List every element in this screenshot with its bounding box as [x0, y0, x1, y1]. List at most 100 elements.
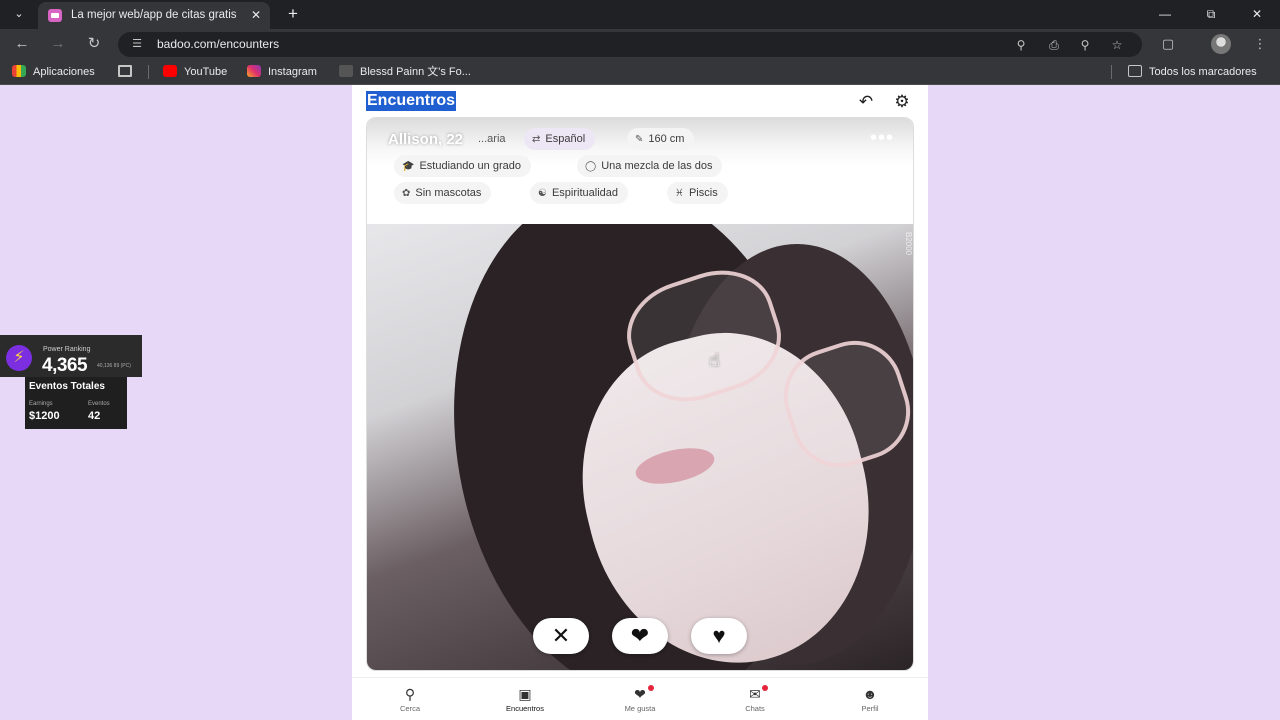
events-widget: Eventos Totales Earnings $1200 Eventos 4…	[25, 377, 127, 429]
like-heart-icon[interactable]: ♥	[691, 618, 747, 654]
profile-name: Allison, 22	[388, 131, 464, 148]
person-icon: ☻	[862, 686, 878, 702]
chip-height: ✎ 160 cm	[627, 128, 695, 150]
power-ranking-value: 4,365	[42, 355, 88, 376]
bookmark-star-icon[interactable]: ☆	[1108, 36, 1126, 54]
hearts-icon: ❤	[582, 685, 698, 702]
install-app-icon[interactable]: ⎙	[1045, 36, 1063, 54]
nav-label: Cerca	[399, 704, 420, 713]
bookmark-label: Aplicaciones	[33, 66, 95, 78]
hand-cursor-icon: ☝	[709, 350, 720, 370]
bookmark-label: Blessd Painn 文's Fo...	[360, 66, 471, 78]
notification-dot	[648, 685, 654, 691]
tab-strip: ⌄ La mejor web/app de citas gratis ✕ + —…	[0, 0, 1280, 29]
superlike-heart-icon[interactable]: ❤	[612, 618, 668, 654]
tab-close-icon[interactable]: ✕	[248, 7, 264, 23]
location-icon[interactable]: ⚲	[1012, 36, 1030, 54]
more-options-icon[interactable]: •••	[867, 128, 897, 150]
tab-title: La mejor web/app de citas gratis	[71, 9, 237, 21]
nav-me-gusta[interactable]: ❤ Me gusta	[582, 678, 698, 720]
youtube-icon	[163, 65, 177, 77]
url-text[interactable]: badoo.com/encounters	[157, 37, 279, 51]
tab-search-chevron-icon[interactable]: ⌄	[8, 5, 30, 23]
bookmark-instagram[interactable]: Instagram	[247, 64, 317, 80]
blessd-thumbnail-icon	[339, 65, 353, 77]
chip-partial: ...aria	[470, 128, 516, 150]
chip-zodiac: ♓ Piscis	[667, 182, 728, 204]
site-info-icon[interactable]: ☰	[130, 37, 144, 51]
nav-label: Encuentros	[506, 704, 544, 713]
extensions-icon[interactable]: ▢	[1158, 34, 1178, 54]
restore-window-icon[interactable]: ⧉	[1199, 4, 1223, 24]
notification-dot	[762, 685, 768, 691]
bookmark-label: YouTube	[184, 66, 228, 78]
address-bar[interactable]: ☰ badoo.com/encounters ⚲ ⎙ ⚲ ☆	[118, 32, 1142, 57]
chip-personality: ◯ Una mezcla de las dos	[577, 155, 723, 177]
spirituality-icon: ☯	[538, 188, 547, 199]
chat-bubble-icon: ◯	[585, 161, 597, 172]
power-ranking-widget: ⚡ Power Ranking 4,365 40,136 89 (PC)	[0, 335, 142, 377]
chip-label: 160 cm	[648, 133, 685, 145]
encounters-app: Encuentros ↶ ⚙ Allison, 22 ...aria ••• ⇄…	[352, 85, 928, 720]
chip-label: Piscis	[688, 187, 718, 199]
nav-label: Me gusta	[624, 704, 656, 713]
nav-label: Chats	[745, 704, 765, 713]
chip-label: ...aria	[478, 133, 506, 145]
profile-photo[interactable]: B2000 ☝	[367, 224, 913, 670]
eventos-value: 42	[88, 410, 101, 422]
power-ranking-label: Power Ranking	[43, 346, 91, 353]
bookmark-blessd[interactable]: Blessd Painn 文's Fo...	[339, 64, 471, 80]
badoo-favicon-icon	[48, 9, 62, 22]
chip-label: Espiritualidad	[551, 187, 619, 199]
bookmark-grid[interactable]	[118, 64, 139, 80]
browser-tab[interactable]: La mejor web/app de citas gratis ✕	[38, 2, 270, 29]
translate-icon: ⇄	[532, 134, 541, 145]
bottom-navigation: ⚲ Cerca ▣ Encuentros ❤ Me gusta ✉ Chats …	[352, 677, 928, 720]
profile-avatar[interactable]	[1211, 34, 1231, 54]
nav-encuentros[interactable]: ▣ Encuentros	[467, 678, 583, 720]
eventos-label: Eventos	[88, 401, 110, 407]
pass-x-icon[interactable]: ✕	[533, 618, 589, 654]
back-arrow-icon[interactable]: ←	[12, 34, 32, 54]
bookmarks-bar: Aplicaciones YouTube Instagram Blessd Pa…	[0, 59, 1280, 85]
nav-chats[interactable]: ✉ Chats	[697, 678, 813, 720]
profile-card[interactable]: Allison, 22 ...aria ••• ⇄ Español ✎ 160 cm…	[366, 117, 914, 671]
zoom-icon[interactable]: ⚲	[1076, 36, 1094, 54]
chip-language: ⇄ Español	[524, 128, 596, 150]
location-pin-icon: ⚲	[404, 686, 416, 702]
menu-kebab-icon[interactable]: ⋮	[1250, 34, 1270, 54]
instagram-icon	[247, 65, 261, 77]
nav-label: Perfil	[861, 704, 879, 713]
page-title: Encuentros	[366, 91, 457, 111]
filters-sliders-icon[interactable]: ⚙	[891, 91, 913, 113]
education-icon: 🎓	[402, 161, 415, 172]
nav-cerca[interactable]: ⚲ Cerca	[352, 678, 468, 720]
lightning-bolt-icon: ⚡	[6, 345, 32, 371]
chip-label: Una mezcla de las dos	[601, 160, 713, 172]
bookmark-separator	[148, 65, 149, 79]
bookmark-youtube[interactable]: YouTube	[163, 64, 227, 80]
apps-grid-icon	[12, 65, 26, 77]
reload-icon[interactable]: ↻	[84, 34, 104, 54]
zodiac-icon: ♓	[675, 188, 684, 199]
photo-watermark: B2000	[904, 232, 913, 256]
power-ranking-sub: 40,136 89 (PC)	[97, 363, 131, 369]
nav-perfil[interactable]: ☻ Perfil	[812, 678, 928, 720]
bookmark-label: Todos los marcadores	[1149, 66, 1257, 78]
new-tab-plus-icon[interactable]: +	[283, 4, 303, 24]
earnings-value: $1200	[29, 410, 60, 422]
forward-arrow-icon[interactable]: →	[48, 34, 68, 54]
profile-info-panel: Allison, 22 ...aria ••• ⇄ Español ✎ 160 cm…	[367, 118, 913, 224]
close-window-icon[interactable]: ✕	[1245, 4, 1269, 24]
chip-label: Sin mascotas	[415, 187, 482, 199]
earnings-label: Earnings	[29, 401, 53, 407]
undo-icon[interactable]: ↶	[855, 91, 877, 113]
all-bookmarks[interactable]: Todos los marcadores	[1128, 64, 1257, 80]
ruler-icon: ✎	[635, 134, 644, 145]
minimize-icon[interactable]: —	[1153, 4, 1177, 24]
chip-religion: ☯ Espiritualidad	[530, 182, 629, 204]
events-title: Eventos Totales	[29, 381, 105, 392]
chip-label: Español	[545, 133, 586, 145]
bookmark-apps[interactable]: Aplicaciones	[12, 64, 95, 80]
chip-education: 🎓 Estudiando un grado	[394, 155, 531, 177]
